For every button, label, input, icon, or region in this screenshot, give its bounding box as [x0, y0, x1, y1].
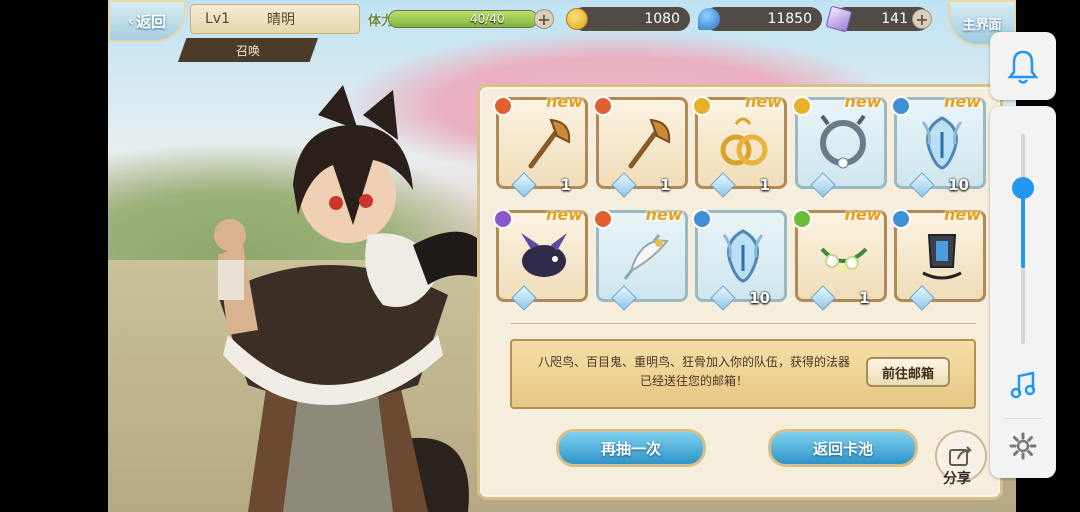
item-slot[interactable]: new 1	[493, 92, 588, 198]
element-badge-icon	[791, 96, 812, 116]
axe-icon	[528, 118, 571, 169]
gear-icon[interactable]	[1009, 432, 1037, 460]
element-badge-icon	[891, 96, 911, 116]
volume-slider-knob[interactable]	[1012, 177, 1034, 200]
add-crystal-button[interactable]: +	[912, 9, 932, 29]
item-count: 10	[948, 176, 969, 194]
chevron-left-icon: ‹	[127, 12, 135, 30]
share-label: 分享	[943, 471, 971, 487]
crystal-value: 141	[881, 11, 908, 27]
item-slot[interactable]: new	[592, 205, 688, 311]
share-icon	[949, 446, 973, 466]
gold-counter: 1080	[572, 7, 690, 31]
divider	[510, 323, 976, 324]
item-count: 1	[759, 176, 770, 194]
gold-coin-icon	[566, 8, 588, 30]
item-slot[interactable]: new 1	[692, 92, 787, 198]
dark-lantern-icon	[922, 234, 962, 280]
rarity-gem-icon	[909, 285, 935, 311]
rarity-gem-icon	[809, 285, 836, 311]
item-slot[interactable]: 10	[692, 209, 787, 311]
element-badge-icon	[493, 96, 513, 116]
rarity-gem-icon	[909, 172, 935, 198]
volume-panel	[990, 106, 1056, 478]
blue-flame-icon	[698, 8, 720, 30]
item-slot[interactable]: new 1	[791, 205, 887, 311]
axe-icon	[628, 118, 670, 169]
element-badge-icon	[891, 209, 911, 229]
rarity-gem-icon	[511, 285, 537, 311]
add-stamina-button[interactable]: +	[534, 9, 554, 29]
player-info: Lv1 晴明	[190, 4, 360, 34]
rarity-gem-icon	[710, 172, 736, 198]
dark-bird-icon	[521, 233, 567, 277]
item-slot[interactable]: new 10	[891, 92, 986, 198]
gold-value: 1080	[644, 11, 680, 27]
silver-ring-icon	[819, 114, 866, 169]
new-badge: new	[943, 205, 981, 224]
item-slot[interactable]: new	[791, 92, 887, 198]
draw-again-button[interactable]: 再抽一次	[556, 429, 706, 467]
element-badge-icon	[692, 209, 712, 229]
notification-panel	[990, 32, 1056, 100]
volume-slider-fill	[1021, 188, 1025, 268]
go-to-mailbox-button[interactable]: 前往邮箱	[866, 357, 950, 387]
reward-message-line2: 已经送往您的邮箱！	[639, 374, 748, 388]
flower-wreath-icon	[819, 247, 867, 273]
element-badge-icon	[592, 96, 613, 116]
mana-value: 11850	[767, 11, 812, 27]
reward-message-line1: 八咫鸟、百目鬼、重明鸟、狂骨加入你的队伍，获得的法器	[537, 355, 850, 369]
page-title: 召唤	[178, 38, 318, 62]
player-level: Lv1	[205, 11, 230, 27]
rarity-gem-icon	[710, 285, 736, 311]
element-badge-icon	[592, 209, 613, 229]
new-badge: new	[545, 205, 583, 224]
new-badge: new	[844, 205, 882, 224]
return-to-pool-button[interactable]: 返回卡池	[768, 429, 918, 467]
item-slot[interactable]: new	[891, 205, 986, 311]
rarity-gem-icon	[610, 285, 637, 311]
back-button-label: 返回	[136, 12, 167, 31]
new-badge: new	[844, 92, 882, 111]
element-badge-icon	[692, 96, 712, 116]
feather-fan-icon	[623, 234, 669, 280]
player-name: 晴明	[267, 12, 295, 28]
item-count: 10	[749, 289, 770, 307]
rings-icon	[720, 117, 768, 166]
summon-result-panel: new 1 1 new 1 new new 10 new new 10 new 1 new 八咫鸟、百目鬼…	[477, 84, 1003, 500]
reward-message: 八咫鸟、百目鬼、重明鸟、狂骨加入你的队伍，获得的法器 已经送往您的邮箱！	[534, 353, 854, 391]
music-note-icon[interactable]	[1010, 370, 1038, 400]
stamina-bar-fill	[389, 11, 537, 27]
new-badge: new	[545, 92, 583, 111]
bell-icon[interactable]	[990, 32, 1056, 100]
stamina-bar	[388, 10, 538, 28]
new-badge: new	[645, 205, 683, 224]
item-count: 1	[859, 289, 870, 307]
element-badge-icon	[493, 209, 513, 229]
element-badge-icon	[791, 209, 812, 229]
message-scroll: 八咫鸟、百目鬼、重明鸟、狂骨加入你的队伍，获得的法器 已经送往您的邮箱！ 前往邮…	[510, 339, 976, 409]
item-count: 1	[660, 176, 671, 194]
home-button-label: 主界面	[962, 17, 1002, 33]
item-count: 1	[560, 176, 571, 194]
ice-lantern-icon	[921, 116, 963, 170]
left-letterbox	[0, 0, 108, 512]
rarity-gem-icon	[511, 172, 537, 198]
item-slot[interactable]: 1	[592, 96, 688, 198]
item-slot[interactable]: new	[493, 205, 588, 311]
ice-lantern-icon	[722, 229, 764, 283]
back-button[interactable]: ‹ 返回	[108, 0, 186, 42]
system-panel-divider	[1004, 418, 1042, 419]
new-badge: new	[744, 92, 782, 111]
stamina-value: 40/40	[470, 12, 505, 26]
character-illustration	[214, 85, 498, 512]
rarity-gem-icon	[610, 172, 637, 198]
mana-counter: 11850	[704, 7, 822, 31]
rarity-gem-icon	[809, 172, 836, 198]
new-badge: new	[943, 92, 981, 111]
